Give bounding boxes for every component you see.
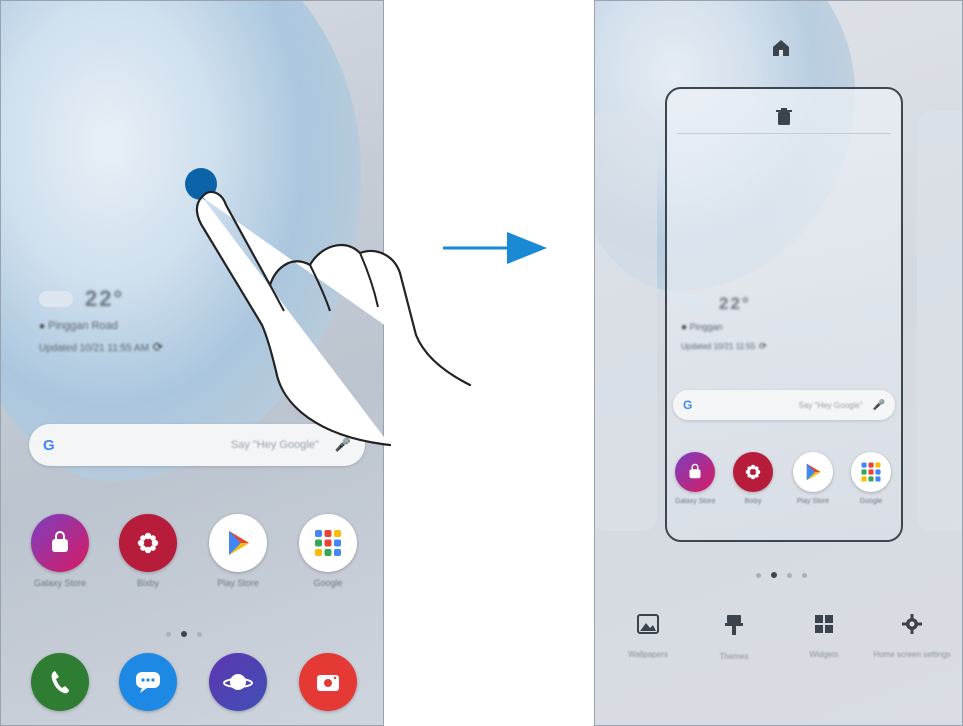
app-google-folder[interactable]: Google (299, 514, 357, 588)
gear-icon (872, 614, 952, 640)
flower-icon (119, 514, 177, 572)
app-label: Google (313, 578, 343, 588)
phone-icon (31, 653, 89, 711)
shopping-bag-icon (675, 452, 715, 492)
app-label: Galaxy Store (33, 578, 87, 588)
app-internet[interactable] (209, 653, 267, 711)
shopping-bag-icon (31, 514, 89, 572)
location-pin-icon: ● (681, 322, 688, 333)
mic-icon[interactable]: 🎤 (873, 400, 885, 411)
app-bixby[interactable]: Bixby (119, 514, 177, 588)
trash-icon[interactable] (776, 108, 792, 126)
app-camera[interactable] (299, 653, 357, 711)
google-logo-icon: G (43, 436, 55, 454)
weather-temp: 22° (719, 294, 751, 313)
brush-icon (694, 614, 774, 642)
tool-label: Wallpapers (628, 650, 668, 659)
message-icon (119, 653, 177, 711)
cloud-icon (39, 291, 73, 307)
weather-updated: Updated 10/21 11:55 (681, 342, 756, 351)
weather-widget[interactable]: 22° ● Pinggan Updated 10/21 11:55 ⟳ (681, 294, 767, 352)
page-preview-frame[interactable]: 22° ● Pinggan Updated 10/21 11:55 ⟳ G Say… (665, 87, 903, 542)
google-search-bar[interactable]: G Say "Hey Google" 🎤 (673, 390, 895, 420)
home-icon[interactable] (771, 38, 791, 64)
play-triangle-icon (793, 452, 833, 492)
app-play-store[interactable]: Play Store (793, 452, 833, 505)
app-label: Galaxy Store (675, 498, 716, 505)
app-galaxy-store[interactable]: Galaxy Store (675, 452, 715, 505)
page-indicator (166, 631, 202, 637)
app-play-store[interactable]: Play Store (209, 514, 267, 588)
weather-widget[interactable]: 22° ● Pinggan Road Updated 10/21 11:55 A… (39, 286, 163, 354)
app-google-folder[interactable]: Google (851, 452, 891, 505)
play-triangle-icon (209, 514, 267, 572)
next-page-panel[interactable] (917, 111, 962, 531)
app-label: Bixby (744, 498, 762, 505)
tool-label: Widgets (809, 650, 839, 659)
flower-icon (733, 452, 773, 492)
widgets-icon (784, 614, 864, 640)
prev-page-panel[interactable] (595, 111, 657, 531)
image-icon (608, 614, 688, 640)
themes-button[interactable]: Themes (694, 614, 774, 661)
app-label: Google (859, 498, 883, 505)
tool-label: Themes (719, 652, 749, 661)
page-indicator (756, 572, 807, 578)
search-hint: Say "Hey Google" (798, 400, 863, 410)
weather-temp: 22° (85, 286, 125, 311)
transition-arrow-icon (443, 232, 547, 264)
app-phone[interactable] (31, 653, 89, 711)
app-label: Bixby (136, 578, 159, 588)
planet-icon (209, 653, 267, 711)
google-logo-icon: G (683, 398, 693, 412)
weather-updated: Updated 10/21 11:55 AM (39, 343, 149, 354)
weather-location: Pinggan Road (48, 320, 118, 332)
app-label: Play Store (217, 578, 259, 588)
pointing-hand-icon (195, 190, 472, 447)
camera-icon (299, 653, 357, 711)
app-bixby[interactable]: Bixby (733, 452, 773, 505)
weather-location: Pinggan (689, 322, 723, 332)
widgets-button[interactable]: Widgets (784, 614, 864, 659)
refresh-icon[interactable]: ⟳ (759, 341, 767, 351)
refresh-icon[interactable]: ⟳ (153, 340, 163, 354)
cloud-icon (681, 298, 707, 310)
app-grid-icon (299, 514, 357, 572)
app-galaxy-store[interactable]: Galaxy Store (31, 514, 89, 588)
home-screen-settings-button[interactable]: Home screen settings (872, 614, 952, 659)
app-label: Play Store (796, 498, 830, 505)
app-grid-icon (851, 452, 891, 492)
delete-page-bar[interactable] (677, 101, 891, 134)
location-pin-icon: ● (39, 321, 46, 332)
app-messages[interactable] (119, 653, 177, 711)
wallpapers-button[interactable]: Wallpapers (608, 614, 688, 659)
edit-mode-toolbar: Wallpapers Themes Widgets Home screen se… (594, 600, 963, 680)
tool-label: Home screen settings (873, 650, 951, 659)
